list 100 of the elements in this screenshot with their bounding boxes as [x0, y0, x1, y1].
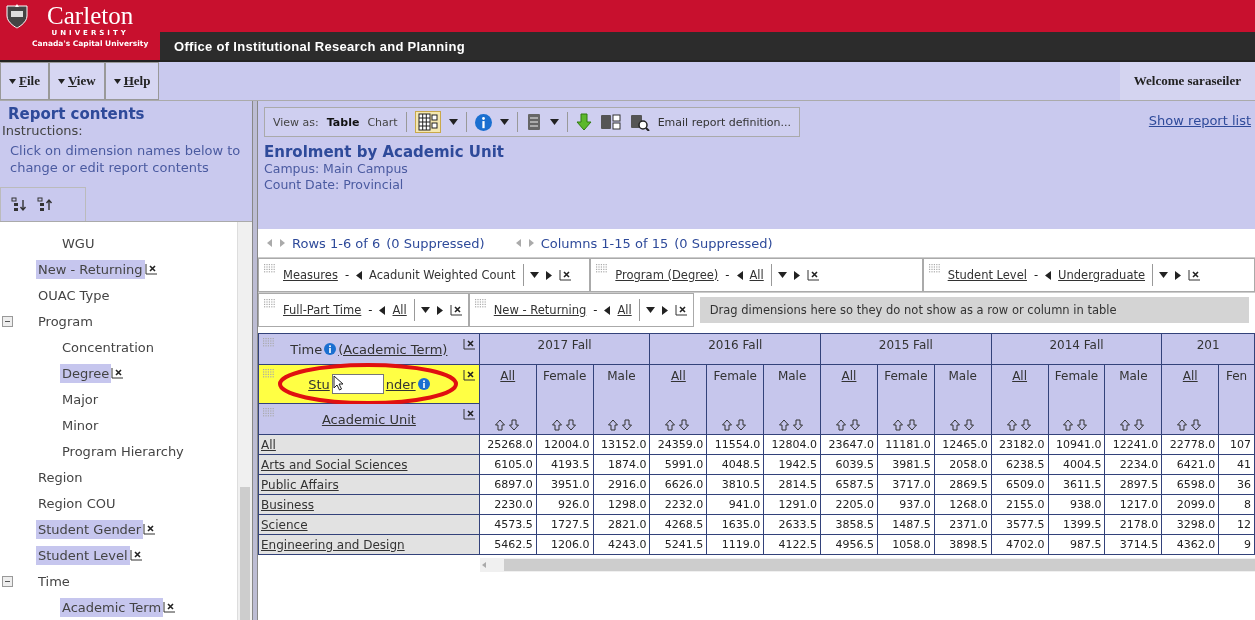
scrollbar[interactable] — [480, 558, 1255, 572]
expand-all-icon[interactable] — [11, 196, 27, 213]
tree-item[interactable]: Program — [36, 311, 95, 331]
email-link[interactable]: Email report definition... — [657, 115, 791, 129]
row-label-link[interactable]: Business — [261, 497, 314, 512]
view-tab[interactable]: Chart — [367, 115, 398, 129]
dimension-link[interactable]: Stu — [308, 376, 330, 392]
view-tab[interactable]: Table — [326, 115, 360, 129]
member-link[interactable]: All — [500, 369, 516, 383]
previous-icon[interactable] — [379, 305, 386, 315]
tree-item[interactable]: Student Level — [36, 545, 130, 565]
drop-zone[interactable]: Drag dimensions here so they do not show as a row or column in table — [699, 297, 1249, 323]
caret-icon[interactable] — [420, 307, 430, 313]
remove-icon[interactable] — [674, 304, 688, 316]
sort-icon[interactable] — [665, 419, 692, 431]
remove-icon[interactable] — [111, 367, 125, 379]
grip-icon[interactable] — [928, 264, 941, 274]
sort-icon[interactable] — [608, 419, 635, 431]
sort-icon[interactable] — [949, 419, 976, 431]
tree-item[interactable]: Academic Term — [60, 597, 164, 617]
sort-icon[interactable] — [779, 419, 806, 431]
remove-icon[interactable] — [163, 601, 177, 613]
member-link[interactable]: All — [392, 303, 407, 317]
next-icon[interactable] — [1175, 270, 1181, 280]
grip-icon[interactable] — [263, 338, 275, 348]
show-report-list-link[interactable]: Show report list — [1148, 113, 1251, 128]
info-icon[interactable] — [324, 343, 337, 355]
sort-icon[interactable] — [1063, 419, 1090, 431]
grip-icon[interactable] — [264, 264, 276, 274]
info-icon[interactable] — [417, 378, 430, 390]
tree-item[interactable]: Program Hierarchy — [60, 441, 186, 461]
remove-icon[interactable] — [806, 269, 820, 281]
tree-item[interactable]: Student Gender — [36, 519, 144, 539]
remove-icon[interactable] — [144, 263, 158, 275]
sort-icon[interactable] — [1120, 419, 1147, 431]
scrollbar[interactable] — [237, 222, 252, 620]
dimension-link[interactable]: Academic Unit — [321, 411, 416, 427]
remove-icon[interactable] — [462, 408, 476, 420]
grip-icon[interactable] — [263, 408, 275, 418]
previous-icon[interactable] — [356, 270, 363, 280]
remove-icon[interactable] — [129, 549, 143, 561]
member-link[interactable]: Acadunit Weighted Count — [369, 268, 516, 282]
previous-icon[interactable] — [736, 270, 743, 280]
tree-item[interactable]: Major — [60, 389, 101, 409]
dimension-link[interactable]: Program (Degree) — [615, 268, 719, 282]
tree-item[interactable]: Minor — [60, 415, 101, 435]
next-icon[interactable] — [545, 270, 552, 280]
dimension-label[interactable]: Time — [290, 341, 323, 357]
member-link[interactable]: All — [749, 268, 764, 282]
member-link[interactable]: All — [841, 369, 857, 383]
caret-icon[interactable] — [777, 272, 787, 278]
tree-item[interactable]: Region — [36, 467, 85, 487]
export-icon[interactable] — [599, 113, 622, 131]
menu-button[interactable]: File — [0, 62, 49, 100]
table-view-button[interactable] — [414, 111, 441, 133]
sort-icon[interactable] — [892, 419, 919, 431]
collapse-all-icon[interactable] — [37, 196, 53, 213]
caret-icon[interactable] — [1159, 272, 1168, 278]
download-icon[interactable] — [575, 113, 592, 131]
level-link[interactable]: (Academic Term) — [338, 341, 448, 357]
caret-icon[interactable] — [448, 119, 458, 125]
next-icon[interactable] — [661, 305, 668, 315]
remove-icon[interactable] — [462, 338, 476, 350]
sort-icon[interactable] — [494, 419, 521, 431]
sort-icon[interactable] — [551, 419, 578, 431]
tree-item[interactable]: Degree — [60, 363, 112, 383]
grip-icon[interactable] — [596, 264, 609, 274]
dimension-link[interactable]: Student Level — [947, 268, 1027, 282]
menu-button[interactable]: View — [48, 62, 105, 100]
sort-icon[interactable] — [722, 419, 749, 431]
remove-icon[interactable] — [462, 369, 476, 381]
tree-item[interactable]: New - Returning — [36, 259, 145, 279]
dimension-link[interactable]: Measures — [283, 268, 338, 282]
row-label-link[interactable]: Science — [261, 517, 308, 532]
info-icon[interactable] — [474, 113, 492, 131]
row-label-link[interactable]: All — [261, 437, 276, 452]
next-icon[interactable] — [436, 305, 443, 315]
sort-icon[interactable] — [836, 419, 862, 431]
grip-icon[interactable] — [264, 299, 276, 309]
tree-item[interactable]: Time — [36, 571, 72, 591]
member-link[interactable]: All — [1182, 369, 1198, 383]
remove-icon[interactable] — [1188, 269, 1201, 281]
tree-item[interactable]: Concentration — [60, 337, 156, 357]
tree-item[interactable]: Region COU — [36, 493, 118, 513]
previous-icon[interactable] — [1045, 270, 1052, 280]
menu-button[interactable]: Help — [104, 62, 160, 100]
tree-item[interactable]: WGU — [60, 233, 97, 253]
caret-icon[interactable] — [499, 119, 509, 125]
dimension-link[interactable]: nder — [385, 376, 416, 392]
member-link[interactable]: All — [670, 369, 686, 383]
sort-icon[interactable] — [1177, 419, 1204, 431]
caret-icon[interactable] — [529, 272, 539, 278]
collapse-icon[interactable] — [2, 576, 13, 587]
caret-icon[interactable] — [549, 119, 559, 125]
preview-icon[interactable] — [629, 113, 650, 131]
tree-item[interactable]: OUAC Type — [36, 285, 112, 305]
caret-icon[interactable] — [645, 307, 655, 313]
remove-icon[interactable] — [143, 523, 157, 535]
next-icon[interactable] — [793, 270, 800, 280]
dimension-link[interactable]: Full-Part Time — [283, 303, 362, 317]
